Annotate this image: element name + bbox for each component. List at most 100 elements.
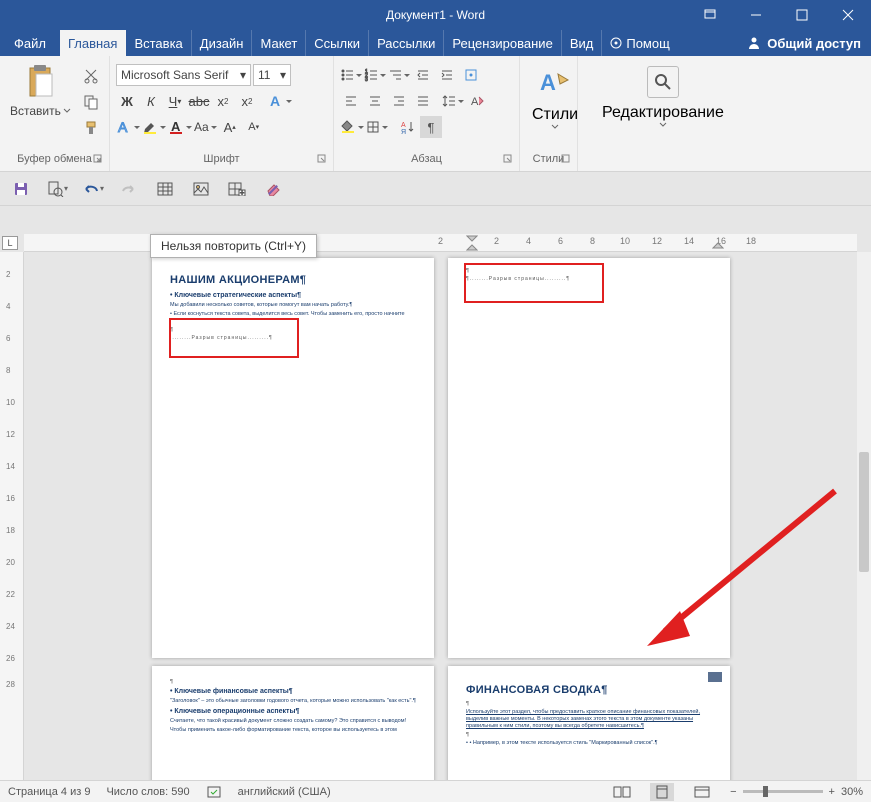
subscript-button[interactable]: x2: [212, 90, 234, 112]
vertical-ruler[interactable]: 24 68 1012 1416 1820 2224 2628: [0, 252, 24, 780]
styles-launcher-icon[interactable]: [561, 154, 571, 164]
status-bar: Страница 4 из 9 Число слов: 590 английск…: [0, 780, 871, 802]
share-button[interactable]: Общий доступ: [737, 30, 871, 56]
paste-button[interactable]: Вставить: [6, 60, 75, 118]
ribbon-options-icon[interactable]: [687, 0, 733, 30]
highlight-box-2: [464, 263, 604, 303]
tab-file[interactable]: Файл: [0, 30, 60, 56]
clear-format-button[interactable]: A: [466, 90, 488, 112]
annotation-arrow: [635, 481, 845, 661]
language-indicator[interactable]: английский (США): [238, 786, 331, 798]
page-indicator[interactable]: Страница 4 из 9: [8, 786, 90, 798]
justify-button[interactable]: [412, 90, 434, 112]
tab-home[interactable]: Главная: [60, 30, 126, 56]
font-size-combo[interactable]: 11▾: [253, 64, 291, 86]
align-center-button[interactable]: [364, 90, 386, 112]
tab-selector[interactable]: L: [2, 236, 18, 250]
paragraph-launcher-icon[interactable]: [503, 154, 513, 164]
multilevel-button[interactable]: [388, 64, 410, 86]
svg-text:3: 3: [365, 77, 368, 82]
eraser-icon[interactable]: [262, 178, 284, 200]
format-painter-icon[interactable]: [81, 118, 101, 138]
zoom-out-icon[interactable]: −: [730, 786, 736, 798]
read-mode-icon[interactable]: [610, 783, 634, 801]
web-layout-icon[interactable]: [690, 783, 714, 801]
horizontal-ruler[interactable]: 2 2 4 6 8 10 12 14 16 18: [24, 234, 857, 252]
change-case-button[interactable]: Aa: [194, 116, 217, 138]
svg-text:A: A: [540, 70, 556, 95]
title-bar: Документ1 - Word: [0, 0, 871, 30]
highlight-button[interactable]: [142, 116, 166, 138]
decrease-indent-button[interactable]: [412, 64, 434, 86]
indent-marker-icon[interactable]: [466, 235, 478, 251]
editing-button[interactable]: Редактирование: [584, 60, 742, 130]
shading-button[interactable]: [340, 116, 364, 138]
pilcrow-button[interactable]: ¶: [420, 116, 442, 138]
print-preview-icon[interactable]: ▾: [46, 178, 68, 200]
undo-icon[interactable]: ▾: [82, 178, 104, 200]
tab-layout[interactable]: Макет: [252, 30, 306, 56]
borders-button[interactable]: [366, 116, 388, 138]
align-right-button[interactable]: [388, 90, 410, 112]
tab-review[interactable]: Рецензирование: [444, 30, 561, 56]
zoom-level[interactable]: 30%: [841, 786, 863, 798]
close-icon[interactable]: [825, 0, 871, 30]
bold-button[interactable]: Ж: [116, 90, 138, 112]
font-name-combo[interactable]: Microsoft Sans Serif▾: [116, 64, 251, 86]
page-3: ¶ • Ключевые финансовые аспекты¶ "Заголо…: [152, 666, 434, 780]
right-indent-marker-icon[interactable]: [712, 235, 724, 249]
font-color-button[interactable]: A: [168, 116, 192, 138]
zoom-in-icon[interactable]: +: [829, 786, 835, 798]
align-left-button[interactable]: [340, 90, 362, 112]
text-outline-button[interactable]: A: [116, 116, 140, 138]
insert-table-icon[interactable]: +: [226, 178, 248, 200]
grow-font-button[interactable]: A▴: [219, 116, 241, 138]
vertical-scrollbar[interactable]: [857, 252, 871, 780]
tab-design[interactable]: Дизайн: [192, 30, 253, 56]
window-title: Документ1 - Word: [386, 8, 485, 22]
styles-button[interactable]: A Стили: [526, 60, 584, 132]
tab-view[interactable]: Вид: [562, 30, 603, 56]
underline-button[interactable]: Ч▾: [164, 90, 186, 112]
text-effects-button[interactable]: A: [268, 90, 292, 112]
picture-icon[interactable]: [190, 178, 212, 200]
shrink-font-button[interactable]: A▾: [243, 116, 265, 138]
scrollbar-thumb[interactable]: [859, 452, 869, 572]
word-count[interactable]: Число слов: 590: [106, 786, 189, 798]
cut-icon[interactable]: [81, 66, 101, 86]
maximize-icon[interactable]: [779, 0, 825, 30]
numbering-button[interactable]: 123: [364, 64, 386, 86]
tell-me[interactable]: Помощ: [602, 30, 677, 56]
minimize-icon[interactable]: [733, 0, 779, 30]
svg-text:Я: Я: [401, 129, 406, 134]
clipboard-launcher-icon[interactable]: [93, 154, 103, 164]
spellcheck-icon[interactable]: [206, 785, 222, 799]
ribbon-tabs: Файл Главная Вставка Дизайн Макет Ссылки…: [0, 30, 871, 56]
tab-mailings[interactable]: Рассылки: [369, 30, 444, 56]
superscript-button[interactable]: x2: [236, 90, 258, 112]
line-spacing-button[interactable]: [442, 90, 464, 112]
page-4: ФИНАНСОВАЯ СВОДКА¶ ¶ Используйте этот ра…: [448, 666, 730, 780]
bullets-button[interactable]: [340, 64, 362, 86]
svg-text:A: A: [471, 96, 479, 108]
zoom-slider[interactable]: [743, 790, 823, 793]
copy-icon[interactable]: [81, 92, 101, 112]
group-font-label: Шрифт: [203, 153, 239, 165]
tab-references[interactable]: Ссылки: [306, 30, 369, 56]
sort-button[interactable]: АЯ: [396, 116, 418, 138]
svg-text:+: +: [240, 190, 244, 196]
redo-icon[interactable]: [118, 178, 140, 200]
save-icon[interactable]: [10, 178, 32, 200]
tab-insert[interactable]: Вставка: [126, 30, 191, 56]
svg-text:A: A: [171, 119, 181, 134]
zoom-control[interactable]: − + 30%: [730, 786, 863, 798]
show-marks-button[interactable]: [460, 64, 482, 86]
font-launcher-icon[interactable]: [317, 154, 327, 164]
print-layout-icon[interactable]: [650, 783, 674, 801]
strikethrough-button[interactable]: abc: [188, 90, 210, 112]
highlight-box-1: [169, 318, 299, 358]
svg-text:A: A: [118, 119, 128, 135]
italic-button[interactable]: К: [140, 90, 162, 112]
increase-indent-button[interactable]: [436, 64, 458, 86]
table-icon[interactable]: [154, 178, 176, 200]
